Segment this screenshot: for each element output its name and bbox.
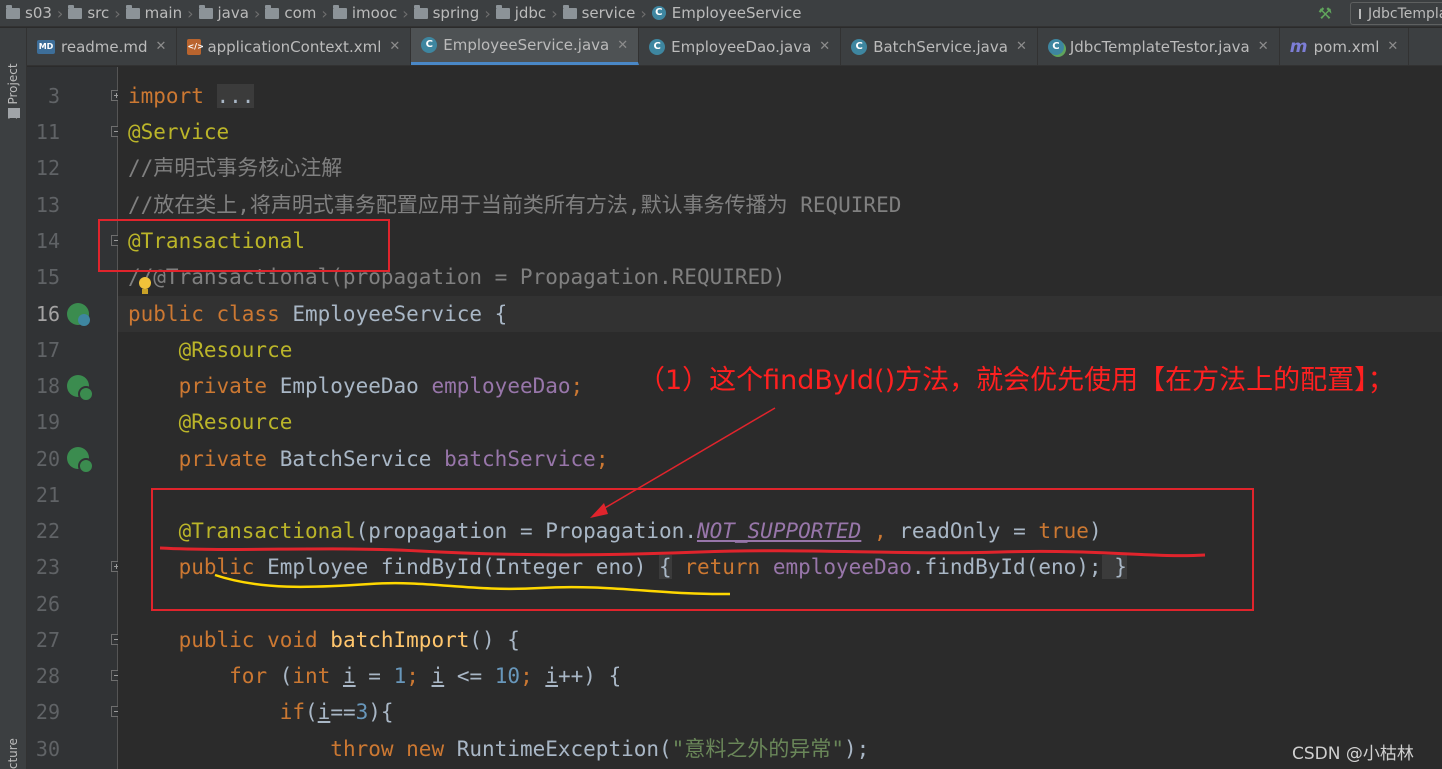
callout-arrow-line [597,407,776,513]
annotation-strokes [139,277,1206,596]
lightbulb-icon [139,277,151,294]
callout-arrow-head [590,503,608,518]
yellow-underline-stroke [214,573,731,596]
red-underline-stroke [159,546,1206,558]
watermark: CSDN @小枯林 [1292,744,1414,764]
